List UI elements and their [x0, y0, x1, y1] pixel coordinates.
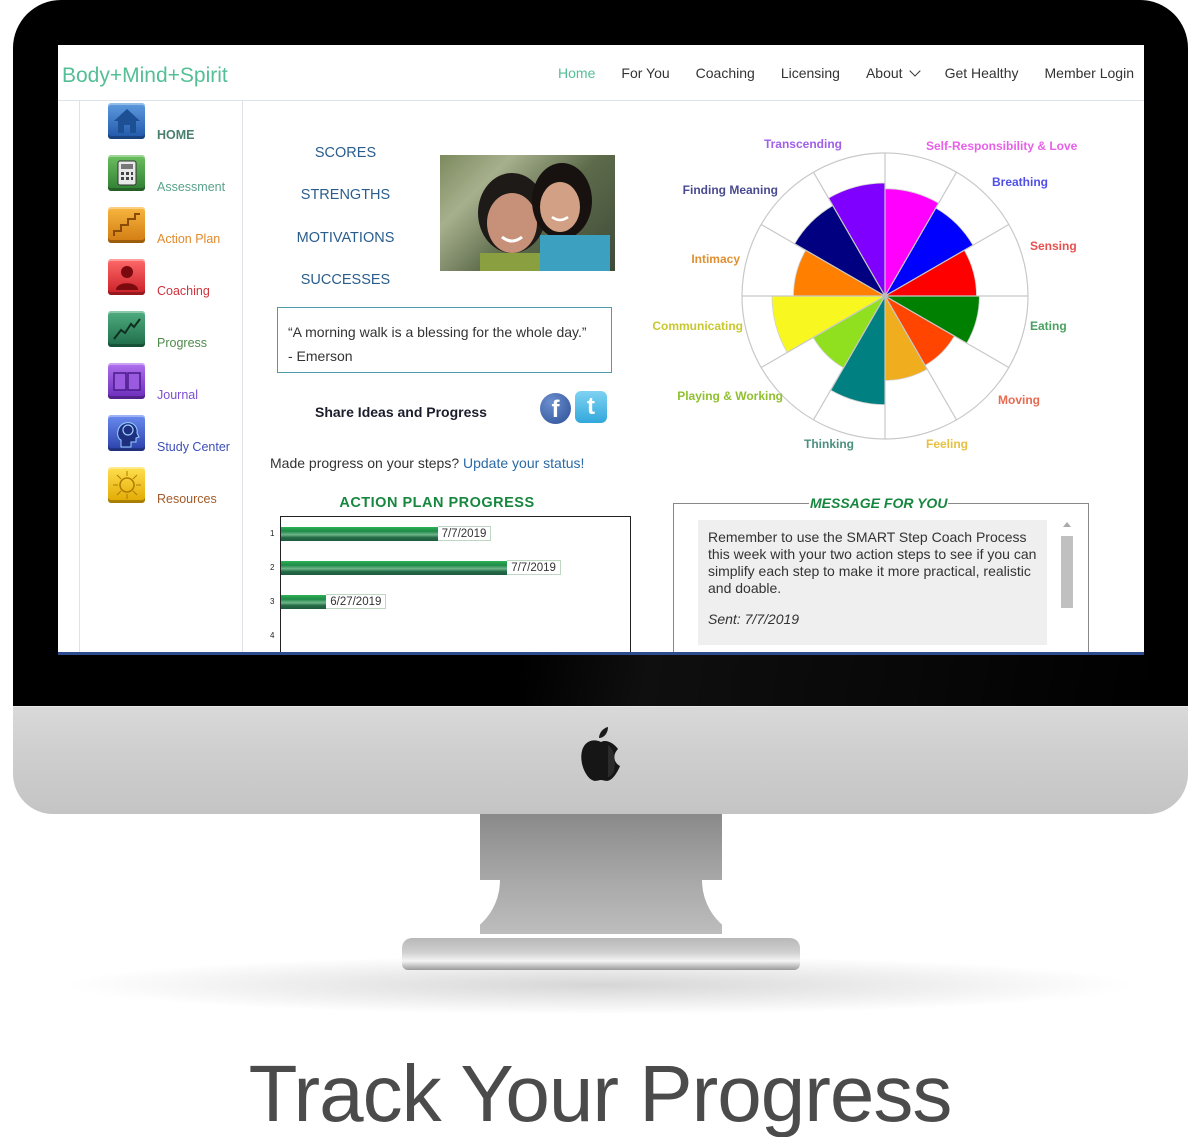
polar-category-label: Playing & Working [677, 389, 783, 403]
sidebar-label: Progress [157, 336, 208, 350]
bar-date-label: 6/27/2019 [326, 594, 387, 609]
polar-center [882, 293, 888, 299]
progress-prompt: Made progress on your steps? Update your… [270, 455, 584, 471]
sidebar-item-assessment[interactable]: Assessment [108, 155, 242, 205]
site-logo[interactable]: Body+Mind+Spirit [62, 64, 228, 88]
main-nav: Home For You Coaching Licensing About Ge… [558, 65, 1134, 81]
y-tick-label: 1 [270, 529, 275, 538]
polar-category-label: Finding Meaning [683, 183, 778, 197]
nav-get-healthy[interactable]: Get Healthy [945, 65, 1019, 81]
nav-licensing[interactable]: Licensing [781, 65, 840, 81]
polar-category-label: Moving [998, 393, 1040, 407]
promo-caption: Track Your Progress [248, 1049, 953, 1137]
polar-category-label: Eating [1030, 319, 1067, 333]
progress-bar [281, 527, 438, 541]
quote-box: “A morning walk is a blessing for the wh… [277, 307, 612, 373]
sidebar-item-action-plan[interactable]: Action Plan [108, 207, 242, 257]
sidebar-label: Study Center [157, 440, 230, 454]
head-brain-icon [108, 415, 145, 451]
message-scrollbar[interactable] [1060, 522, 1074, 652]
polar-category-label: Sensing [1030, 239, 1077, 253]
action-plan-chart: 1 7/7/2019 2 7/7/2019 3 6/27/2019 4 [270, 516, 631, 652]
nav-about[interactable]: About [865, 65, 921, 81]
chevron-down-icon [908, 65, 921, 77]
link-successes[interactable]: SUCCESSES [273, 272, 418, 288]
progress-bar [281, 595, 327, 609]
wellness-wheel-chart: Self-Responsibility & Love Breathing Sensi… [652, 137, 1078, 451]
y-tick-label: 4 [270, 631, 275, 640]
monitor-screen: Body+Mind+Spirit Home For You Coaching L… [58, 45, 1144, 655]
nav-for-you[interactable]: For You [621, 65, 669, 81]
promo-stage: Body+Mind+Spirit Home For You Coaching L… [0, 0, 1200, 1137]
share-label: Share Ideas and Progress [315, 404, 487, 420]
twitter-icon[interactable]: t [575, 391, 607, 423]
progress-bar [281, 561, 508, 575]
polar-category-label: Intimacy [691, 252, 740, 266]
apple-logo-icon [581, 727, 620, 781]
trend-chart-icon [108, 311, 145, 347]
link-strengths[interactable]: STRENGTHS [273, 187, 418, 203]
link-scores[interactable]: SCORES [273, 145, 418, 161]
nav-coaching[interactable]: Coaching [696, 65, 755, 81]
polar-category-label: Thinking [804, 437, 854, 451]
message-body: Remember to use the SMART Step Coach Pro… [708, 529, 1037, 596]
sidebar-label: HOME [157, 128, 195, 142]
nav-home[interactable]: Home [558, 65, 595, 81]
scroll-thumb[interactable] [1061, 536, 1073, 608]
person-icon [108, 259, 145, 295]
sidebar-label: Journal [157, 388, 198, 402]
sidebar-label: Resources [157, 492, 217, 506]
link-motivations[interactable]: MOTIVATIONS [273, 230, 418, 246]
nav-member-login[interactable]: Member Login [1045, 65, 1135, 81]
sidebar-item-journal[interactable]: Journal [108, 363, 242, 413]
sidebar-label: Assessment [157, 180, 226, 194]
sidebar-item-resources[interactable]: Resources [108, 467, 242, 517]
polar-category-label: Feeling [926, 437, 968, 451]
sidebar-item-coaching[interactable]: Coaching [108, 259, 242, 309]
stairs-icon [108, 207, 145, 243]
message-content: Remember to use the SMART Step Coach Pro… [698, 520, 1047, 645]
polar-category-label: Transcending [764, 137, 842, 151]
update-status-link[interactable]: Update your status! [463, 455, 584, 471]
sidebar-item-progress[interactable]: Progress [108, 311, 242, 361]
book-icon [108, 363, 145, 399]
monitor-stand-neck [480, 814, 722, 934]
polar-category-label: Breathing [992, 175, 1048, 189]
message-sent-date: Sent: 7/7/2019 [708, 611, 800, 627]
bezel-glare [520, 655, 1160, 706]
scroll-up-arrow-icon[interactable] [1063, 522, 1071, 527]
sidebar-divider [242, 101, 243, 652]
quote-author: - Emerson [288, 348, 353, 364]
mother-daughter-photo [440, 155, 615, 271]
monitor-stand-foot [402, 938, 800, 970]
sun-icon [108, 467, 145, 503]
nav-about-label: About [865, 65, 903, 81]
facebook-icon[interactable]: f [540, 393, 571, 424]
house-icon [108, 103, 145, 139]
message-title: MESSAGE FOR YOU [809, 495, 949, 511]
bar-date-label: 7/7/2019 [507, 560, 561, 575]
action-plan-chart-title: ACTION PLAN PROGRESS [339, 495, 535, 511]
sidebar-label: Action Plan [157, 232, 221, 246]
page-border-left [79, 101, 80, 652]
bar-date-label: 7/7/2019 [437, 526, 492, 541]
site-header: Body+Mind+Spirit Home For You Coaching L… [58, 45, 1144, 101]
quote-text: “A morning walk is a blessing for the wh… [288, 324, 587, 340]
polar-category-label: Self-Responsibility & Love [926, 139, 1078, 153]
progress-question: Made progress on your steps? [270, 455, 460, 471]
y-tick-label: 2 [270, 563, 275, 572]
y-tick-label: 3 [270, 597, 275, 606]
polar-category-label: Communicating [652, 319, 743, 333]
sidebar-label: Coaching [157, 284, 210, 298]
sidebar-item-study-center[interactable]: Study Center [108, 415, 242, 465]
calculator-icon [108, 155, 145, 191]
message-panel: MESSAGE FOR YOU Remember to use the SMAR… [673, 495, 1089, 652]
sidebar-item-home[interactable]: HOME [108, 103, 242, 153]
